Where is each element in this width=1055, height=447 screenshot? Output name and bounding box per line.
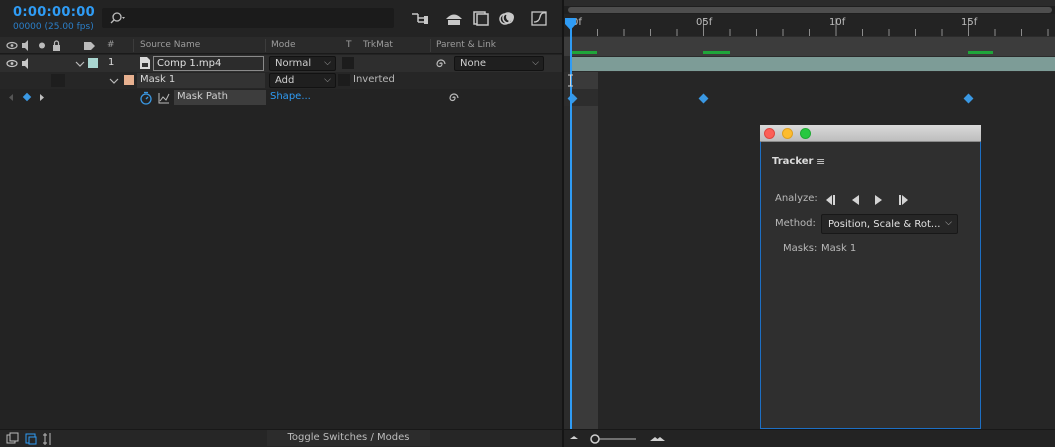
motion-blur-icon[interactable] [496,9,518,27]
chevron-down-icon: ⌵ [324,58,331,68]
layer-name: Comp 1.mp4 [157,58,222,69]
layer-switches-icon [9,432,19,442]
tracker-window-titlebar[interactable] [760,125,981,142]
mask-path-row[interactable]: Mask Path Shape... [0,89,562,106]
next-keyframe-icon [40,94,44,101]
masks-label: Masks: [783,243,818,254]
preserve-transparency-checkbox[interactable] [342,57,354,69]
analyze-buttons[interactable] [823,193,911,207]
mask-lock-slot[interactable] [51,74,65,87]
ruler-ticks [570,18,1049,36]
col-t-header: T [346,40,352,50]
col-mode-header[interactable]: Mode [271,40,296,50]
layer-switches[interactable] [0,55,40,72]
work-area-marker [703,51,730,54]
layer-search-input[interactable] [102,8,394,28]
timeline-footer [564,429,1055,447]
prev-keyframe-icon [9,94,13,101]
mask-name: Mask 1 [140,74,176,85]
chevron-down-icon: ⌵ [945,218,952,228]
search-icon [110,12,125,24]
zoom-controls[interactable] [564,430,674,447]
ruler-label-15f: 15f [961,17,978,28]
col-parent-header[interactable]: Parent & Link [436,40,496,50]
mask-label-color[interactable] [124,75,134,85]
work-area-marker [572,51,597,54]
inverted-checkbox[interactable] [338,74,350,86]
pick-whip-icon[interactable] [434,57,448,71]
mask-row[interactable]: Mask 1 Add ⌵ Inverted [0,72,562,89]
mask-mode-value: Add [275,75,295,86]
footer-icons[interactable] [0,430,60,447]
mask-path-property[interactable]: Mask Path [174,90,266,105]
analyze-backward-one-frame-icon [826,195,835,205]
stopwatch-icon[interactable] [139,91,153,105]
navigator-range[interactable] [568,7,1052,13]
zoom-out-icon [570,436,578,439]
col-number-header: # [107,40,115,50]
tracker-title: Tracker [772,156,814,167]
graph-editor-icon[interactable] [529,9,551,27]
analyze-label: Analyze: [775,193,818,204]
mask-path-value-link[interactable]: Shape... [270,91,311,102]
layer-mode-dropdown[interactable]: Normal ⌵ [269,56,336,71]
label-tag-icon [84,42,95,50]
footage-file-icon [140,57,150,69]
graph-icon[interactable] [157,91,171,105]
col-source-name-header[interactable]: Source Name [140,40,200,50]
layer-name-field[interactable]: Comp 1.mp4 [153,56,264,71]
analyze-backward-icon [852,195,859,205]
frame-blending-icon[interactable] [470,9,492,27]
layer-row[interactable]: 1 Comp 1.mp4 Normal ⌵ None ⌵ [0,55,562,72]
minimize-window-icon[interactable] [782,128,793,139]
parent-value: None [460,58,487,69]
mask-name-field[interactable]: Mask 1 [137,73,265,88]
column-header-row: # Source Name Mode T TrkMat Parent & Lin… [0,37,562,54]
parent-dropdown[interactable]: None ⌵ [454,56,544,71]
work-area-marker [968,51,993,54]
ruler-label-10f: 10f [829,17,846,28]
method-dropdown[interactable]: Position, Scale & Rot... ⌵ [821,214,958,234]
pick-whip-icon[interactable] [447,91,461,105]
tracker-panel [760,125,981,429]
expand-chevron-icon[interactable] [73,57,87,71]
av-features-header-icons [6,40,60,51]
timeline-pre-range [570,72,598,429]
layer-mode-value: Normal [275,58,312,69]
playhead-handle[interactable] [564,17,578,33]
mask-mode-dropdown[interactable]: Add ⌵ [269,73,336,88]
zoom-in-icon [650,437,665,441]
method-value: Position, Scale & Rot... [828,219,941,230]
mask-path-label: Mask Path [177,91,228,102]
text-cursor-icon [568,74,573,87]
current-time-display[interactable]: 0:00:00:00 [13,5,95,20]
analyze-forward-one-frame-icon [899,195,908,205]
inverted-label: Inverted [353,74,395,85]
analyze-forward-icon [875,195,882,205]
masks-value: Mask 1 [821,243,857,254]
method-label: Method: [775,218,816,229]
composition-flowchart-icon[interactable] [409,9,431,27]
chevron-down-icon: ⌵ [324,75,331,85]
zoom-slider-handle [590,434,600,444]
layer-number: 1 [108,57,115,68]
layer-label-color[interactable] [88,58,98,68]
add-keyframe-icon [22,92,32,102]
in-out-icon [43,433,51,445]
close-window-icon[interactable] [764,128,775,139]
layer-duration-bar[interactable] [571,57,1055,71]
shy-layers-icon[interactable] [443,9,465,27]
panel-menu-icon[interactable]: ≡ [816,155,825,168]
audio-toggle-icon [22,58,28,69]
keyframe-navigator[interactable] [0,89,50,106]
toggle-switches-modes-button[interactable]: Toggle Switches / Modes [267,430,430,446]
maximize-window-icon[interactable] [800,128,811,139]
expand-chevron-icon[interactable] [107,74,121,88]
frame-rate-display: 00000 (25.00 fps) [13,22,94,32]
chevron-down-icon: ⌵ [532,58,539,68]
ruler-label-05f: 05f [696,17,713,28]
col-trkmat-header[interactable]: TrkMat [363,40,393,50]
